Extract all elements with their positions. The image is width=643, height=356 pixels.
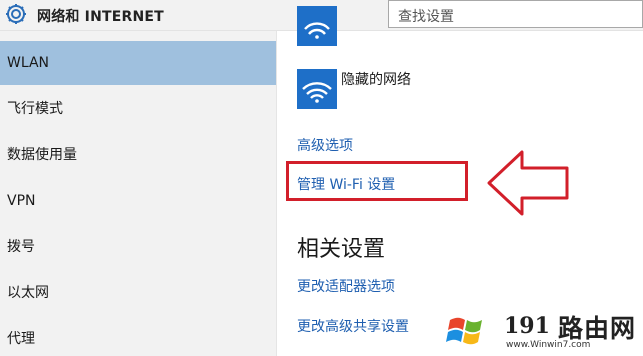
wifi-icon: [302, 82, 332, 103]
windows-logo-icon: [446, 317, 482, 345]
sidebar-item-proxy[interactable]: 代理: [0, 317, 276, 356]
gear-icon[interactable]: [3, 1, 29, 27]
wifi-network-tile[interactable]: [297, 6, 337, 46]
change-advanced-sharing-link[interactable]: 更改高级共享设置: [297, 316, 409, 336]
search-placeholder: 查找设置: [398, 9, 454, 25]
sidebar: WLAN 飞行模式 数据使用量 VPN 拨号 以太网 代理: [0, 31, 277, 356]
sidebar-item-ethernet[interactable]: 以太网: [0, 271, 276, 315]
sidebar-item-airplane-mode[interactable]: 飞行模式: [0, 87, 276, 131]
sidebar-item-wlan[interactable]: WLAN: [0, 41, 276, 85]
search-input[interactable]: 查找设置: [388, 0, 643, 28]
sidebar-item-vpn[interactable]: VPN: [0, 179, 276, 223]
sidebar-item-dialup[interactable]: 拨号: [0, 225, 276, 269]
red-arrow-annotation: [487, 150, 569, 216]
settings-window: 网络和 INTERNET 查找设置 WLAN 飞行模式 数据使用量 VPN 拨号…: [0, 0, 643, 356]
hidden-network-label[interactable]: 隐藏的网络: [341, 69, 411, 89]
advanced-options-link[interactable]: 高级选项: [297, 135, 353, 155]
watermark-number: 191: [504, 313, 550, 339]
watermark: 191 路由网 www.Winwin7.com: [446, 305, 643, 356]
watermark-url: www.Winwin7.com: [506, 340, 591, 350]
hidden-network-tile[interactable]: [297, 69, 337, 109]
related-settings-title: 相关设置: [297, 237, 386, 262]
sidebar-item-data-usage[interactable]: 数据使用量: [0, 133, 276, 177]
wifi-icon: [304, 22, 330, 39]
page-title: 网络和 INTERNET: [37, 9, 164, 25]
change-adapter-options-link[interactable]: 更改适配器选项: [297, 276, 395, 296]
manage-wifi-settings-link[interactable]: 管理 Wi-Fi 设置: [297, 174, 395, 194]
